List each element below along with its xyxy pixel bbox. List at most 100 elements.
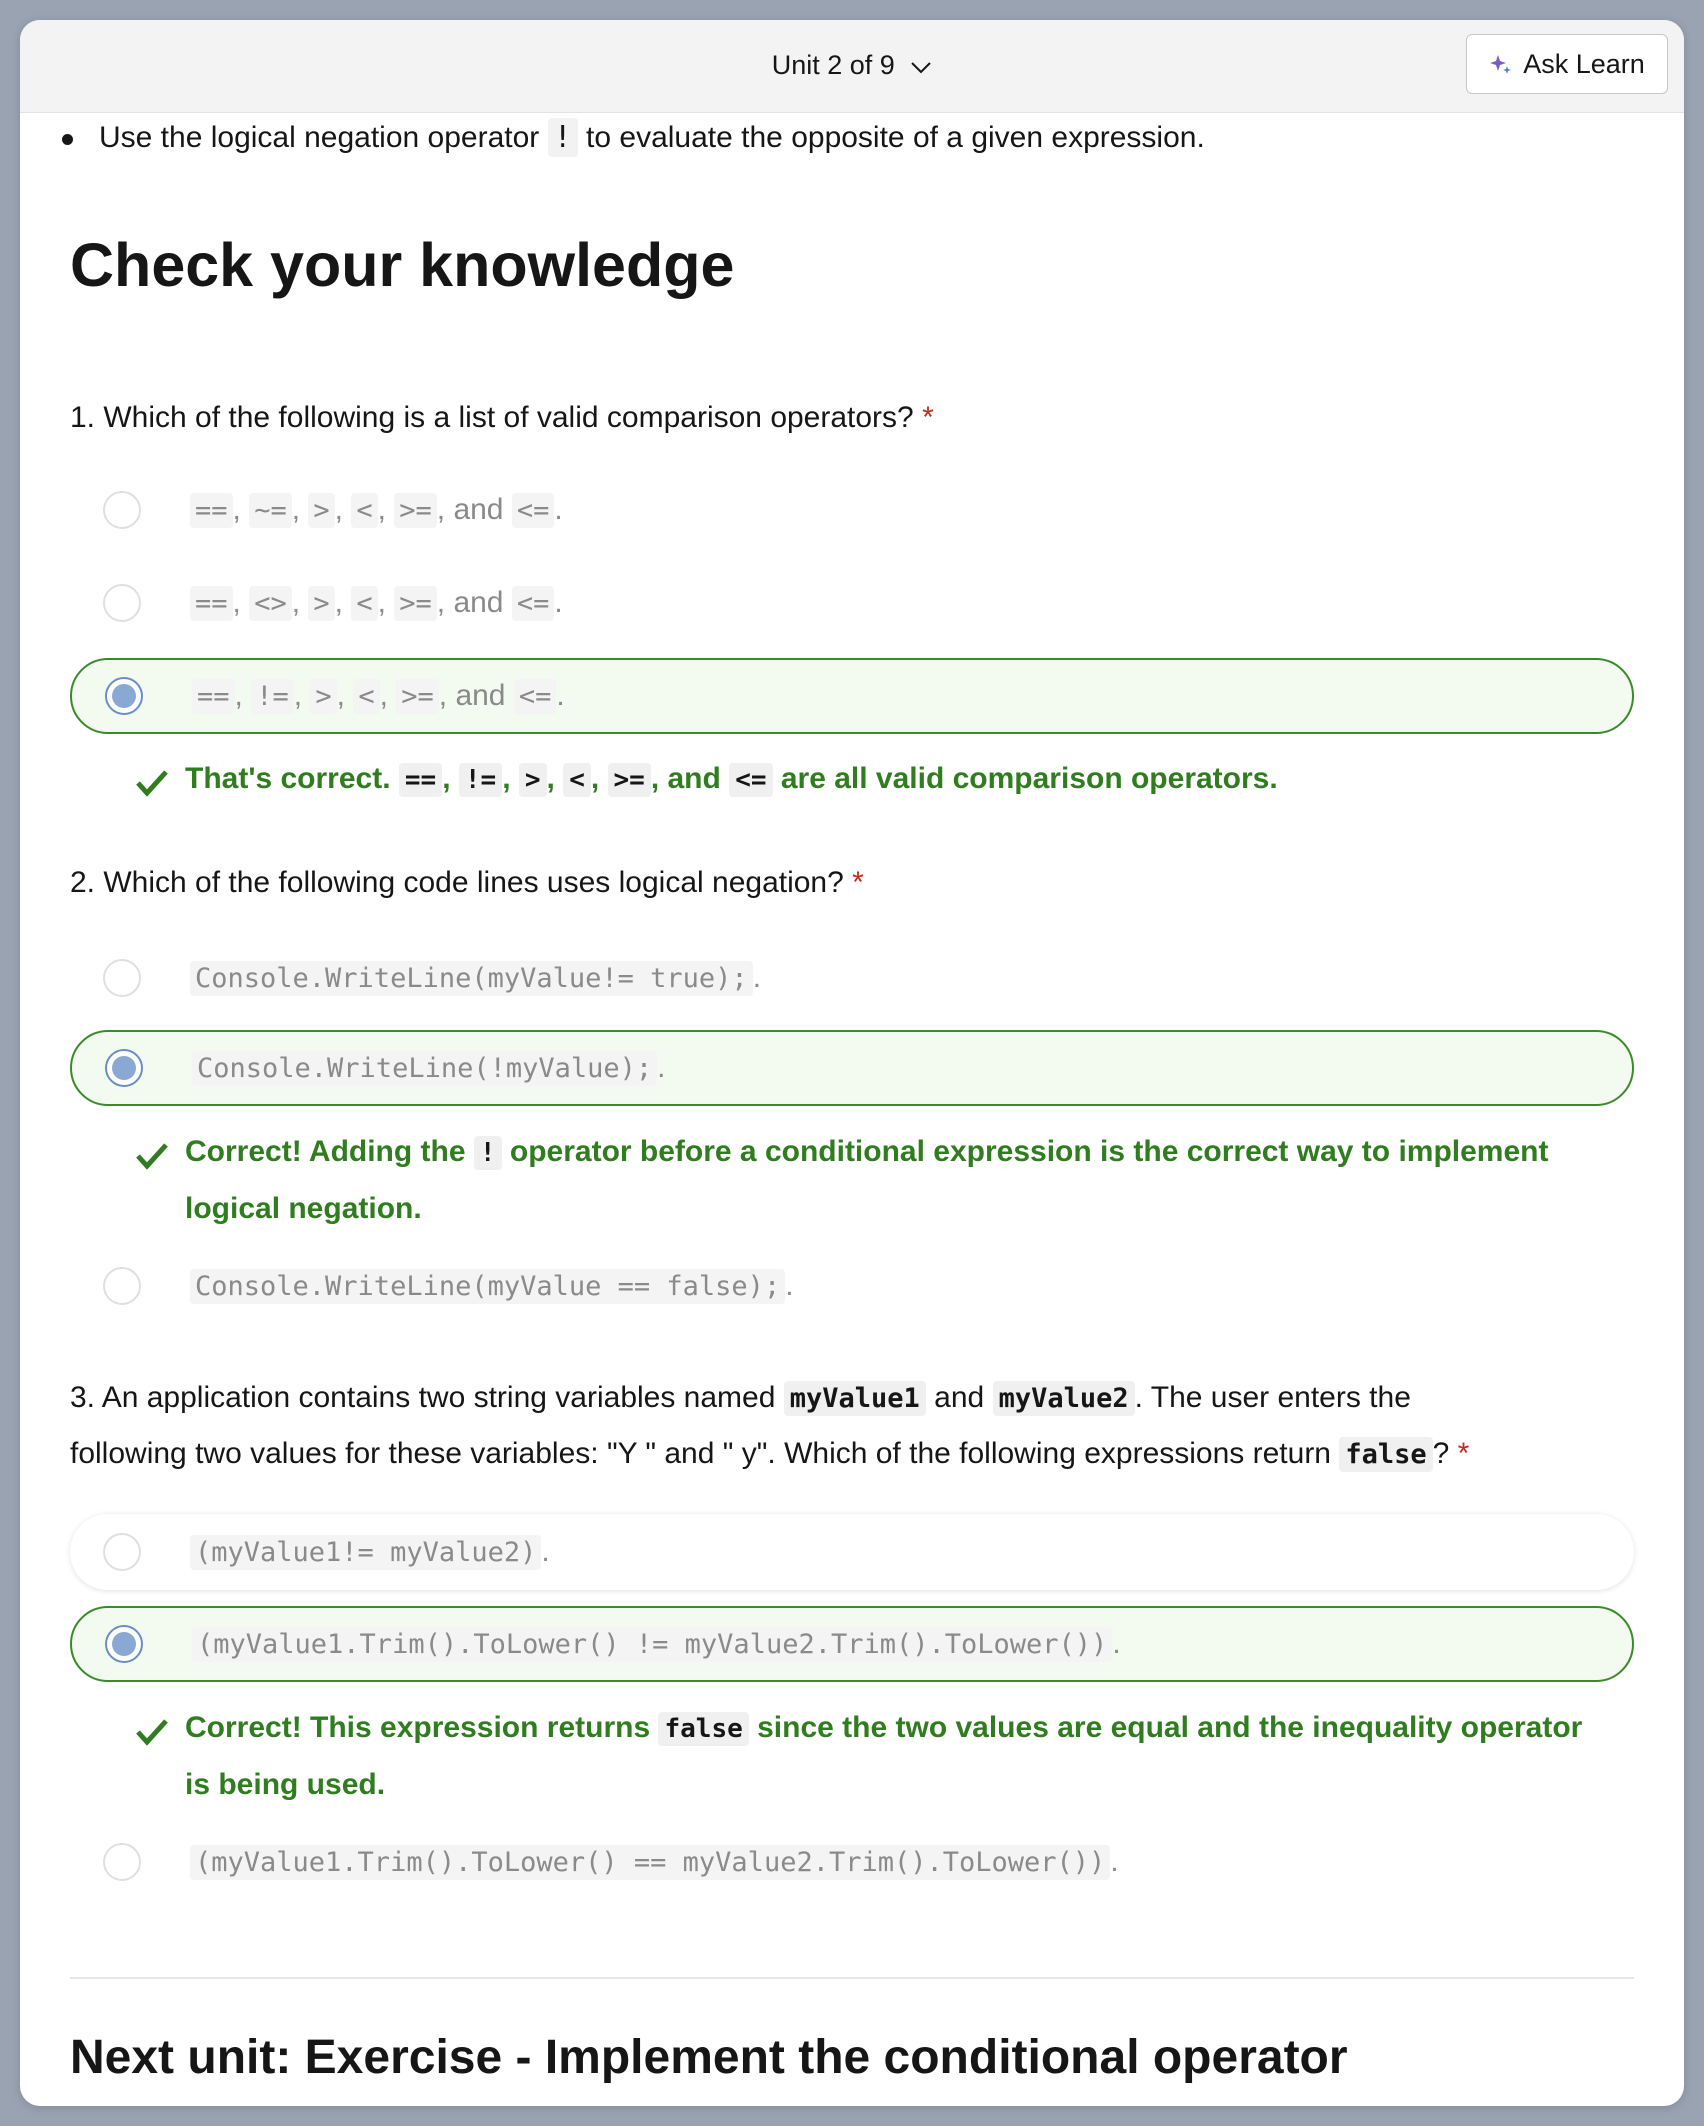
radio-button-selected[interactable] <box>105 677 143 715</box>
period: . <box>556 679 565 712</box>
q2-feedback: Correct! Adding the ! operator before a … <box>136 1124 1645 1236</box>
checkmark-icon <box>135 761 169 816</box>
inline-code: myValue2 <box>992 1381 1135 1416</box>
chevron-down-icon <box>910 51 932 82</box>
next-unit-link[interactable]: Next unit: Exercise - Implement the cond… <box>70 2030 1348 2085</box>
learn-module-window: Unit 2 of 9 Ask Learn Use the logical ne… <box>20 20 1684 2106</box>
period: . <box>785 1269 794 1302</box>
op-code: != <box>458 763 503 797</box>
bullet-text-tail: to evaluate the opposite of a given expr… <box>586 121 1205 154</box>
q1-feedback: That's correct. ==, !=, >, <, >=, and <=… <box>136 751 1645 808</box>
feedback-text: logical negation. <box>185 1192 422 1225</box>
op-code: >= <box>394 493 437 528</box>
radio-button[interactable] <box>103 584 141 622</box>
period: . <box>541 1535 550 1568</box>
code-snippet: Console.WriteLine(myValue == false); <box>190 1269 786 1304</box>
feedback-text: Correct! This expression returns <box>185 1711 651 1744</box>
op-code: != <box>251 679 294 714</box>
checkmark-icon <box>135 1134 169 1189</box>
inline-code: ! <box>473 1136 502 1170</box>
q2-option-2[interactable]: Console.WriteLine(!myValue);. <box>70 1030 1634 1106</box>
required-marker: * <box>922 401 934 434</box>
radio-button[interactable] <box>103 1533 141 1571</box>
code-snippet: Console.WriteLine(myValue!= true); <box>190 961 753 996</box>
radio-button[interactable] <box>103 1843 141 1881</box>
inline-code: ! <box>547 118 578 157</box>
op-code: <= <box>729 763 773 797</box>
op-code: <= <box>511 586 555 621</box>
inline-code: myValue1 <box>783 1381 926 1416</box>
question-3-prompt: 3. An application contains two string va… <box>70 1370 1640 1482</box>
feedback-text: Correct! Adding the <box>185 1135 466 1168</box>
code-snippet: Console.WriteLine(!myValue); <box>192 1051 658 1086</box>
op-code: == <box>190 586 233 621</box>
op-code: >= <box>607 763 651 797</box>
option-text: (myValue1.Trim().ToLower() != myValue2.T… <box>192 1627 1121 1662</box>
page-title: Check your knowledge <box>70 231 735 299</box>
option-text: (myValue1.Trim().ToLower() == myValue2.T… <box>190 1845 1119 1880</box>
q3-option-1[interactable]: (myValue1!= myValue2). <box>70 1514 1634 1590</box>
required-marker: * <box>1457 1437 1470 1470</box>
ask-learn-label: Ask Learn <box>1523 48 1645 79</box>
period: . <box>1110 1845 1119 1878</box>
op-code: >= <box>396 679 439 714</box>
question-text: 1. Which of the following is a list of v… <box>70 401 914 434</box>
previous-objective-bullet: Use the logical negation operator ! to e… <box>62 118 1205 157</box>
op-code: > <box>308 586 335 621</box>
op-code: > <box>518 763 547 797</box>
op-code: ~= <box>249 493 292 528</box>
q2-option-3[interactable]: Console.WriteLine(myValue == false);. <box>70 1248 1634 1324</box>
q3-option-2[interactable]: (myValue1.Trim().ToLower() != myValue2.T… <box>70 1606 1634 1682</box>
bullet-dot <box>62 133 73 145</box>
and-text: and <box>667 762 721 795</box>
period: . <box>554 586 563 619</box>
radio-button[interactable] <box>103 959 141 997</box>
question-text: following two values for these variables… <box>70 1437 1331 1470</box>
radio-button-selected[interactable] <box>105 1625 143 1663</box>
question-text: 3. An application contains two string va… <box>70 1381 776 1414</box>
option-text: Console.WriteLine(!myValue);. <box>192 1051 666 1086</box>
radio-button-selected[interactable] <box>105 1049 143 1087</box>
q3-option-3[interactable]: (myValue1.Trim().ToLower() == myValue2.T… <box>70 1824 1634 1900</box>
period: . <box>554 493 563 526</box>
inline-code: false <box>1339 1437 1433 1472</box>
question-text: ? <box>1432 1437 1450 1470</box>
radio-button[interactable] <box>103 1267 141 1305</box>
op-code: == <box>190 493 233 528</box>
code-snippet: (myValue1.Trim().ToLower() != myValue2.T… <box>192 1627 1113 1662</box>
op-code: > <box>310 679 337 714</box>
question-text: and <box>934 1381 985 1414</box>
op-code: == <box>398 763 443 797</box>
code-snippet: (myValue1!= myValue2) <box>190 1535 542 1570</box>
op-code: < <box>351 493 378 528</box>
op-code: > <box>308 493 335 528</box>
ask-learn-button[interactable]: Ask Learn <box>1466 34 1668 94</box>
op-code: < <box>353 679 380 714</box>
op-code: < <box>351 586 378 621</box>
and-text: and <box>453 586 504 619</box>
q1-option-3[interactable]: ==, !=, >, <, >=, and <=. <box>70 658 1634 734</box>
unit-nav-label: Unit 2 of 9 <box>771 50 895 80</box>
q2-option-1[interactable]: Console.WriteLine(myValue!= true);. <box>70 940 1634 1016</box>
feedback-lead: That's correct. <box>185 762 391 795</box>
and-text: and <box>453 493 504 526</box>
q1-option-2[interactable]: ==, <>, >, <, >=, and <=. <box>70 565 1634 641</box>
unit-navigation-dropdown[interactable]: Unit 2 of 9 <box>20 50 1684 82</box>
question-text: . The user enters the <box>1134 1381 1411 1414</box>
op-code: == <box>192 679 235 714</box>
radio-button[interactable] <box>103 491 141 529</box>
inline-code: false <box>658 1712 749 1746</box>
op-code: <= <box>511 493 555 528</box>
op-code: <> <box>249 586 292 621</box>
period: . <box>752 961 762 994</box>
feedback-text: is being used. <box>185 1768 386 1801</box>
op-code: >= <box>394 586 437 621</box>
question-2-prompt: 2. Which of the following code lines use… <box>70 855 1640 910</box>
option-text: Console.WriteLine(myValue!= true);. <box>190 961 762 996</box>
option-text: ==, !=, >, <, >=, and <=. <box>192 679 565 714</box>
q1-option-1[interactable]: ==, ~=, >, <, >=, and <=. <box>70 472 1634 548</box>
and-text: and <box>455 679 506 712</box>
sparkle-icon <box>1489 52 1513 76</box>
feedback-text: since the two values are equal and the i… <box>757 1711 1583 1744</box>
checkmark-icon <box>135 1710 169 1765</box>
